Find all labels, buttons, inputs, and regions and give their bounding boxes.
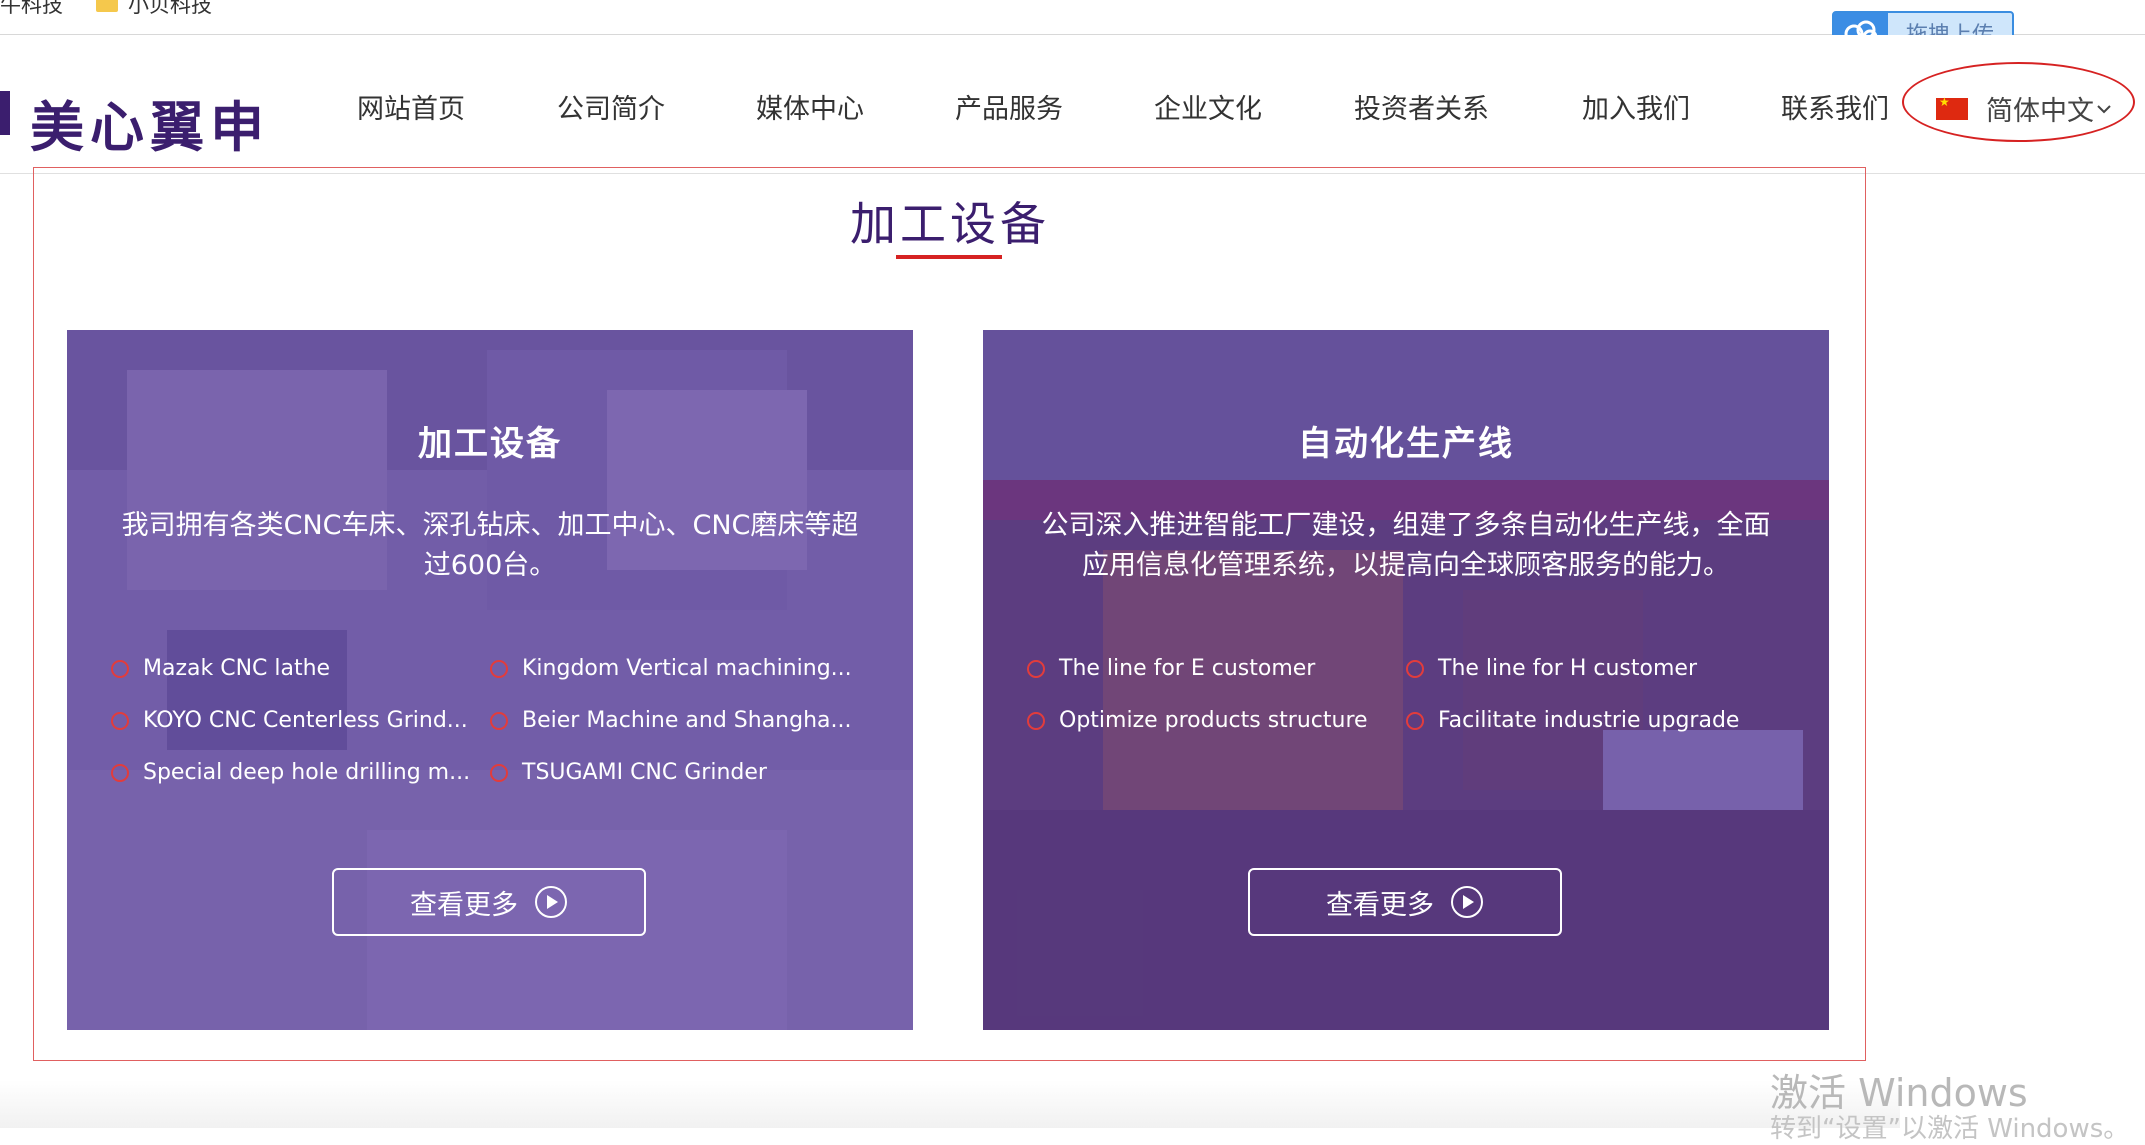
list-item[interactable]: Facilitate industrie upgrade xyxy=(1406,708,1739,733)
circle-bullet-icon xyxy=(111,659,129,678)
list-item-label: Optimize products structure xyxy=(1059,708,1368,733)
list-item[interactable]: KOYO CNC Centerless Grind... xyxy=(111,708,468,733)
list-item[interactable]: The line for H customer xyxy=(1406,656,1697,681)
view-more-button[interactable]: 查看更多 xyxy=(1248,868,1562,936)
card-processing-equipment: 加工设备 我司拥有各类CNC车床、深孔钻床、加工中心、CNC磨床等超过600台。… xyxy=(67,330,913,1030)
windows-activation-subtext: 转到“设置”以激活 Windows。 xyxy=(1770,1114,2130,1144)
card-description: 我司拥有各类CNC车床、深孔钻床、加工中心、CNC磨床等超过600台。 xyxy=(121,510,859,581)
view-more-label: 查看更多 xyxy=(1326,889,1434,921)
card-description: 公司深入推进智能工厂建设，组建了多条自动化生产线，全面应用信息化管理系统，以提高… xyxy=(1041,510,1771,581)
folder-icon xyxy=(96,0,118,12)
list-item[interactable]: Beier Machine and Shangha... xyxy=(490,708,851,733)
list-item[interactable]: Mazak CNC lathe xyxy=(111,656,330,681)
list-item[interactable]: Special deep hole drilling m... xyxy=(111,760,470,785)
circle-bullet-icon xyxy=(490,659,508,678)
circle-bullet-icon xyxy=(1406,659,1424,678)
nav-item-culture[interactable]: 企业文化 xyxy=(1154,87,1262,126)
list-item-label: Facilitate industrie upgrade xyxy=(1438,708,1740,733)
bookmark-label: 小贝科技 xyxy=(128,0,212,17)
list-item-label: The line for E customer xyxy=(1059,656,1316,681)
bookmark-item[interactable]: 小贝科技 xyxy=(96,0,212,17)
list-item-label: Beier Machine and Shangha... xyxy=(522,708,852,733)
circle-bullet-icon xyxy=(1027,659,1045,678)
list-item-label: The line for H customer xyxy=(1438,656,1697,681)
circle-bullet-icon xyxy=(1406,711,1424,730)
card-content: 自动化生产线 公司深入推进智能工厂建设，组建了多条自动化生产线，全面应用信息化管… xyxy=(983,330,1829,1030)
logo-mark-icon xyxy=(0,91,10,135)
list-item-label: Kingdom Vertical machining... xyxy=(522,656,852,681)
annotation-circle xyxy=(1902,62,2135,142)
circle-bullet-icon xyxy=(111,711,129,730)
bookmark-item[interactable]: 牛科技 xyxy=(0,0,63,17)
card-content: 加工设备 我司拥有各类CNC车床、深孔钻床、加工中心、CNC磨床等超过600台。… xyxy=(67,330,913,1030)
nav-item-products[interactable]: 产品服务 xyxy=(955,87,1063,126)
circle-bullet-icon xyxy=(111,763,129,782)
list-item-label: TSUGAMI CNC Grinder xyxy=(522,760,767,785)
list-item-label: Special deep hole drilling m... xyxy=(143,760,471,785)
list-item[interactable]: The line for E customer xyxy=(1027,656,1315,681)
circle-bullet-icon xyxy=(490,711,508,730)
card-title: 自动化生产线 xyxy=(1298,424,1514,464)
nav-item-media[interactable]: 媒体中心 xyxy=(756,87,864,126)
site-logo[interactable]: 美心翼申 xyxy=(30,83,270,162)
nav-item-join[interactable]: 加入我们 xyxy=(1582,87,1690,126)
bookmarks-bar: 牛科技 小贝科技 xyxy=(0,0,2145,35)
nav-item-contact[interactable]: 联系我们 xyxy=(1781,87,1889,126)
site-header: 美心翼申 网站首页 公司简介 媒体中心 产品服务 企业文化 投资者关系 加入我们… xyxy=(0,35,2145,174)
list-item[interactable]: TSUGAMI CNC Grinder xyxy=(490,760,767,785)
nav-item-home[interactable]: 网站首页 xyxy=(357,87,465,126)
page-bottom-shadow xyxy=(0,1080,1900,1128)
view-more-button[interactable]: 查看更多 xyxy=(332,868,646,936)
section-title: 加工设备 xyxy=(850,197,1050,251)
card-automated-production-line: 自动化生产线 公司深入推进智能工厂建设，组建了多条自动化生产线，全面应用信息化管… xyxy=(983,330,1829,1030)
list-item[interactable]: Kingdom Vertical machining... xyxy=(490,656,852,681)
nav-item-investors[interactable]: 投资者关系 xyxy=(1354,87,1489,126)
view-more-label: 查看更多 xyxy=(410,889,518,921)
circle-bullet-icon xyxy=(1027,711,1045,730)
circle-bullet-icon xyxy=(490,763,508,782)
title-underline xyxy=(896,255,1002,259)
card-title: 加工设备 xyxy=(418,424,562,464)
list-item[interactable]: Optimize products structure xyxy=(1027,708,1368,733)
play-circle-icon xyxy=(1451,886,1483,918)
nav-item-about[interactable]: 公司简介 xyxy=(557,87,665,126)
list-item-label: Mazak CNC lathe xyxy=(143,656,331,681)
play-circle-icon xyxy=(535,886,567,918)
bookmark-label: 牛科技 xyxy=(0,0,63,17)
list-item-label: KOYO CNC Centerless Grind... xyxy=(143,708,468,733)
